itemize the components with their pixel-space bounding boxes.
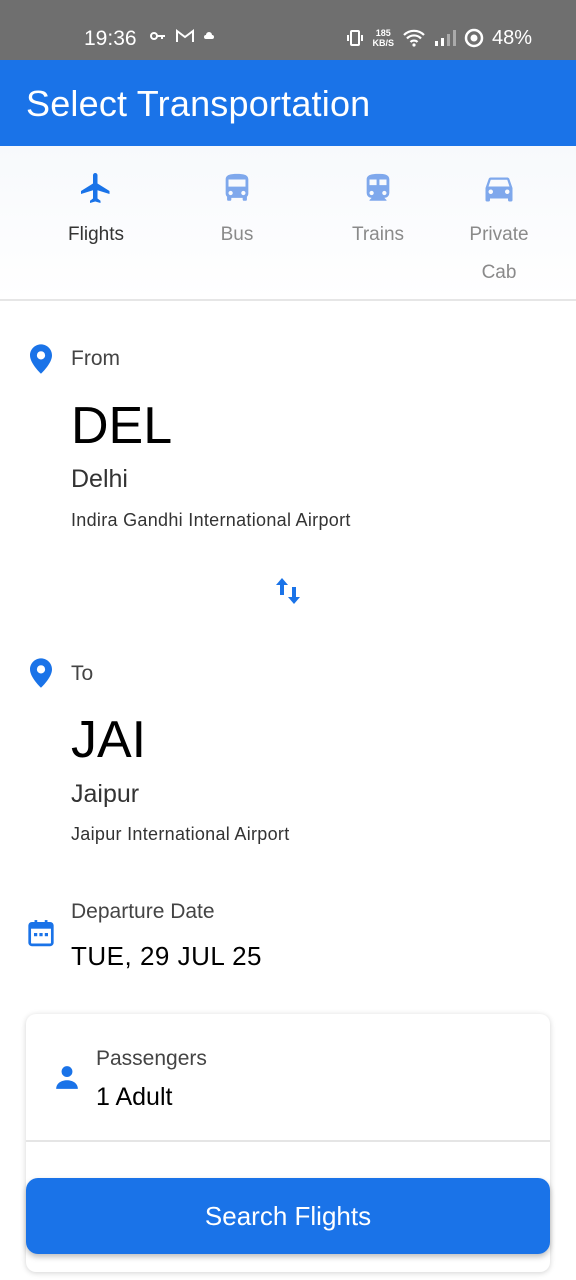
from-label: From (71, 347, 120, 370)
status-right: 185 KB/S 48% (346, 25, 532, 51)
tab-bus[interactable]: Bus (167, 170, 307, 254)
to-label: To (71, 662, 94, 685)
tab-bus-label: Bus (220, 224, 254, 245)
battery-icon (464, 28, 484, 48)
calendar-icon (28, 920, 54, 947)
bus-icon (225, 173, 249, 201)
tab-trains[interactable]: Trains (308, 170, 448, 254)
network-speed-value: 185 (375, 28, 391, 38)
network-speed-unit: KB/S (372, 38, 394, 48)
location-pin-icon (30, 658, 52, 688)
key-icon (150, 32, 165, 40)
signal-icon (434, 30, 456, 46)
car-icon (485, 177, 513, 202)
gmail-icon (176, 29, 194, 42)
tab-private-cab-label: Private Cab (469, 224, 529, 283)
from-code[interactable]: DEL (71, 396, 172, 456)
search-flights-button[interactable]: Search Flights (26, 1178, 550, 1254)
notification-icons (150, 29, 214, 43)
from-city[interactable]: Delhi (71, 464, 128, 494)
battery-level: 48% (491, 27, 532, 49)
departure-date-label: Departure Date (71, 900, 215, 923)
cloud-icon (204, 32, 214, 39)
train-icon (366, 173, 390, 201)
vibrate-icon (347, 30, 364, 46)
divider (26, 1140, 550, 1142)
tab-private-cab[interactable]: Private Cab (429, 170, 569, 292)
from-airport[interactable]: Indira Gandhi International Airport (71, 509, 351, 531)
airplane-icon (81, 173, 110, 203)
network-speed: 185 KB/S (372, 28, 394, 48)
location-pin-icon (30, 344, 52, 374)
to-city[interactable]: Jaipur (71, 779, 139, 809)
status-time: 19:36 (84, 27, 137, 50)
passengers-value[interactable]: 1 Adult (96, 1082, 172, 1112)
page-title: Select Transportation (26, 83, 371, 124)
app-bar: Select Transportation (0, 60, 576, 146)
tab-flights[interactable]: Flights (26, 170, 166, 254)
transport-tabs: Flights Bus Trains Private Cab (0, 146, 576, 301)
to-code[interactable]: JAI (71, 710, 146, 770)
wifi-icon (403, 29, 425, 47)
status-bar: 19:36 185 KB/S 48% (0, 0, 576, 60)
tab-trains-label: Trains (351, 224, 405, 245)
tab-flights-label: Flights (68, 224, 124, 245)
to-airport[interactable]: Jaipur International Airport (71, 823, 290, 845)
departure-date-value[interactable]: TUE, 29 JUL 25 (71, 940, 262, 972)
swap-icon[interactable] (274, 575, 302, 607)
passengers-label: Passengers (96, 1047, 207, 1070)
person-icon (56, 1066, 78, 1089)
